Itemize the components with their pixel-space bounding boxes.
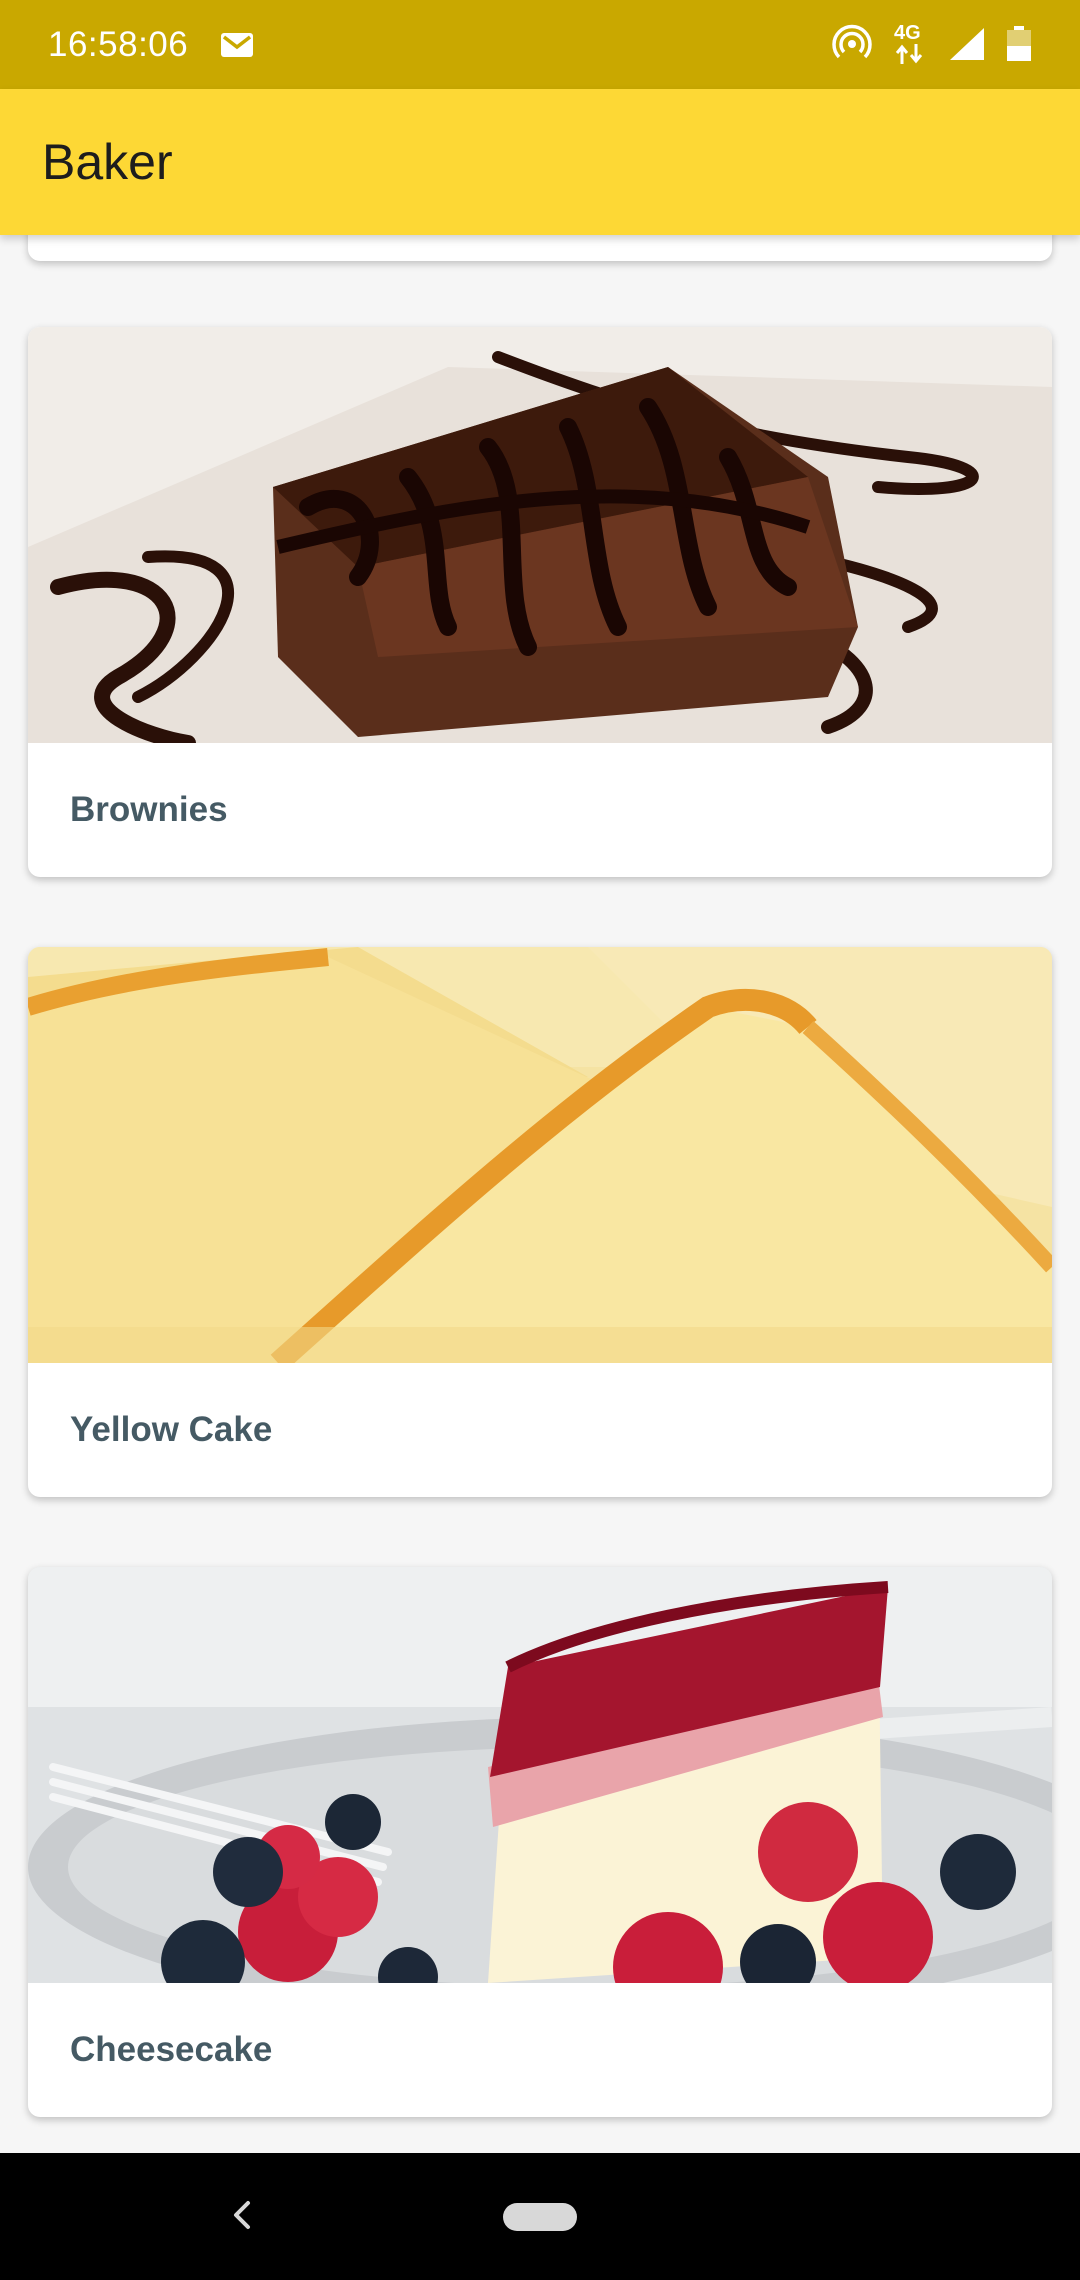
back-icon[interactable] [222,2195,262,2235]
recipe-card[interactable]: Cheesecake [28,1567,1052,2117]
recipe-card[interactable]: Brownies [28,327,1052,877]
brownie-photo [28,327,1052,743]
recipe-card[interactable]: Yellow Cake [28,947,1052,1497]
battery-icon [1007,26,1031,61]
network-4g-icon: 4G [892,22,928,66]
gmail-icon [221,32,254,57]
signal-icon [950,28,984,60]
app-title: Baker [42,134,173,190]
yellow-cake-photo [28,947,1052,1363]
cheesecake-photo [28,1567,1052,1983]
hotspot-icon [832,24,872,59]
app-bar: Baker [0,89,1080,235]
status-icons: 4G [832,22,1032,66]
recipe-name: Brownies [70,790,228,829]
recipe-name: Cheesecake [70,2030,273,2069]
recipe-card-partial[interactable] [28,235,1052,261]
status-time: 16:58:06 [48,24,189,64]
home-pill-icon[interactable] [503,2203,577,2231]
network-label: 4G [894,22,921,44]
recipe-name: Yellow Cake [70,1410,273,1449]
recipe-list[interactable]: Brownies Yellow Cake Cheesecake [0,235,1080,2153]
navigation-bar [0,2153,1080,2280]
status-bar: 16:58:06 4G [0,0,1080,89]
